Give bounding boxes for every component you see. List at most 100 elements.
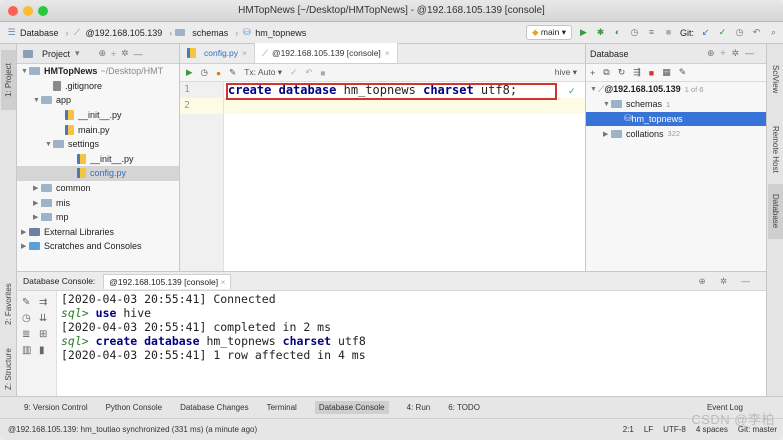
db-tree-item[interactable]: ▼ schemas 1 xyxy=(586,97,766,112)
bottom-tab[interactable]: 9: Version Control xyxy=(24,403,88,412)
filter-icon[interactable]: ⇶ xyxy=(633,67,641,78)
schema-select[interactable]: hive ▾ xyxy=(555,67,577,78)
console-tools-icon[interactable]: ✎ ◷ ≣ ▥ xyxy=(22,295,31,359)
bottom-tab[interactable]: Database Changes xyxy=(180,403,249,412)
project-tree: ▼ HMTopNews ~/Desktop/HMT .gitignore ▼ app __i… xyxy=(17,64,179,254)
bottom-tab[interactable]: 4: Run xyxy=(407,403,431,412)
hide-icon[interactable]: — xyxy=(134,49,143,59)
chevron-icon[interactable]: ▼ xyxy=(590,86,598,93)
stop-icon[interactable]: ■ xyxy=(663,27,674,38)
git-commit-icon[interactable]: ✓ xyxy=(717,27,728,38)
project-header-label[interactable]: Project xyxy=(42,49,70,59)
tab-remote-host[interactable]: Remote Host xyxy=(768,114,783,184)
folder-icon xyxy=(611,100,622,109)
tab-console[interactable]: ⟋ @192.168.105.139 [console] × xyxy=(255,43,398,63)
tree-item[interactable]: ▼ HMTopNews ~/Desktop/HMT xyxy=(17,64,179,79)
table-icon[interactable]: ▦ xyxy=(662,67,671,78)
copy-icon[interactable]: ⧉ xyxy=(603,67,609,78)
git-update-icon[interactable]: ↙ xyxy=(700,27,711,38)
search-icon[interactable]: ⌕ xyxy=(768,27,779,38)
line-gutter: 1 2 xyxy=(180,82,224,271)
tree-item[interactable]: ▶ mp xyxy=(17,210,179,225)
execute-icon[interactable]: ▶ xyxy=(186,67,193,78)
settings-icon[interactable]: ✎ xyxy=(229,67,236,78)
stop-icon[interactable]: ■ xyxy=(649,68,654,78)
tree-item[interactable]: ▶ common xyxy=(17,181,179,196)
tree-item[interactable]: __init__.py xyxy=(17,152,179,167)
commit-icon[interactable]: ✓ xyxy=(290,67,297,78)
tree-item[interactable]: config.py xyxy=(17,166,179,181)
tree-item[interactable]: ▶ Scratches and Consoles xyxy=(17,239,179,254)
breadcrumb-schema[interactable]: ⛁ hm_topnews xyxy=(241,27,306,38)
cancel-icon[interactable]: ■ xyxy=(320,68,325,78)
tree-item[interactable]: ▼ settings xyxy=(17,137,179,152)
debug-icon[interactable]: ✱ xyxy=(595,27,606,38)
console-tools2-icon[interactable]: ⇉ ⇊ ⊞ ▮ xyxy=(39,295,47,359)
explain-icon[interactable]: ● xyxy=(216,68,221,78)
git-history-icon[interactable]: ◷ xyxy=(734,27,745,38)
code-line[interactable] xyxy=(224,98,585,114)
chevron-icon[interactable]: ▶ xyxy=(21,228,29,236)
console-output[interactable]: [2020-04-03 20:55:41] Connected sql> use … xyxy=(61,292,366,362)
tab-structure[interactable]: Z: Structure xyxy=(1,344,16,394)
add-icon[interactable]: + xyxy=(590,68,595,78)
tab-project[interactable]: 1: Project xyxy=(1,50,16,110)
refresh-icon[interactable]: ↻ xyxy=(618,67,626,78)
db-tree-item[interactable]: ▼ ⟋ @192.168.105.139 1 of 6 xyxy=(586,82,766,97)
tree-item[interactable]: .gitignore xyxy=(17,79,179,94)
chevron-icon[interactable]: ▼ xyxy=(33,97,41,104)
line-separator[interactable]: LF xyxy=(644,425,653,434)
collapse-icon[interactable]: ÷ xyxy=(111,49,116,59)
tab-database[interactable]: Database xyxy=(768,184,783,239)
close-tab-icon[interactable]: × xyxy=(385,48,390,58)
tab-favorites[interactable]: 2: Favorites xyxy=(1,274,16,334)
bottom-tab[interactable]: Database Console xyxy=(314,401,389,414)
tree-item[interactable]: __init__.py xyxy=(17,108,179,123)
chevron-icon[interactable]: ▶ xyxy=(21,242,29,250)
tree-item[interactable]: ▶ External Libraries xyxy=(17,225,179,240)
bottom-tab[interactable]: Python Console xyxy=(106,403,162,412)
database-tree: ▼ ⟋ @192.168.105.139 1 of 6 ▼ schemas 1 ⛁ hm_t… xyxy=(586,82,766,141)
run-icon[interactable]: ▶ xyxy=(578,27,589,38)
edit-icon[interactable]: ✎ xyxy=(679,67,687,78)
console-tab[interactable]: @192.168.105.139 [console] × xyxy=(103,273,232,289)
profile-icon[interactable]: ◷ xyxy=(629,27,640,38)
chevron-icon[interactable]: ▶ xyxy=(33,184,41,192)
tab-sciview[interactable]: SciView xyxy=(768,54,783,104)
tree-item[interactable]: ▶ mis xyxy=(17,195,179,210)
bottom-tool-tabs: 9: Version Control Python Console Database… xyxy=(0,396,783,418)
branch-selector[interactable]: ◆ main ▾ xyxy=(526,25,572,40)
tx-mode-select[interactable]: Tx: Auto ▾ xyxy=(244,67,282,78)
tab-config-py[interactable]: config.py × xyxy=(180,43,255,63)
encoding[interactable]: UTF-8 xyxy=(663,425,686,434)
bottom-tab[interactable]: 6: TODO xyxy=(448,403,480,412)
chevron-icon[interactable]: ▼ xyxy=(603,101,611,108)
tree-item-label: HMTopNews xyxy=(44,66,98,77)
db-tree-label: @192.168.105.139 xyxy=(604,84,681,95)
chevron-icon[interactable]: ▶ xyxy=(603,130,611,138)
chevron-icon[interactable]: ▼ xyxy=(21,68,29,75)
coverage-icon[interactable]: ◐ xyxy=(612,27,623,38)
console-actions-icon[interactable]: ⊕ ✲ — xyxy=(699,276,756,287)
panel-actions-icon[interactable]: ⊕÷✲— xyxy=(707,48,760,59)
locate-icon[interactable]: ⊕ xyxy=(99,48,107,59)
build-icon[interactable]: ≡ xyxy=(646,27,657,38)
tree-item[interactable]: main.py xyxy=(17,122,179,137)
db-tree-item[interactable]: ▶ collations 322 xyxy=(586,126,766,141)
breadcrumb-host[interactable]: ⟋ @192.168.105.139 xyxy=(72,27,162,38)
history-icon[interactable]: ◷ xyxy=(201,67,208,78)
chevron-icon[interactable]: ▶ xyxy=(33,199,41,207)
gear-icon[interactable]: ✲ xyxy=(121,48,129,59)
caret-position[interactable]: 2:1 xyxy=(623,425,634,434)
rollback-icon[interactable]: ↶ xyxy=(305,67,312,78)
tree-item-path: ~/Desktop/HMT xyxy=(100,66,164,77)
chevron-icon[interactable]: ▼ xyxy=(45,141,53,148)
chevron-icon[interactable]: ▶ xyxy=(33,213,41,221)
bottom-tab[interactable]: Terminal xyxy=(267,403,297,412)
tree-item[interactable]: ▼ app xyxy=(17,93,179,108)
db-tree-item[interactable]: ⛁ hm_topnews xyxy=(586,111,766,127)
git-rollback-icon[interactable]: ↶ xyxy=(751,27,762,38)
breadcrumb-database[interactable]: ☰ Database xyxy=(6,27,58,38)
close-tab-icon[interactable]: × xyxy=(242,48,247,58)
breadcrumb-schemas[interactable]: schemas xyxy=(175,28,228,38)
